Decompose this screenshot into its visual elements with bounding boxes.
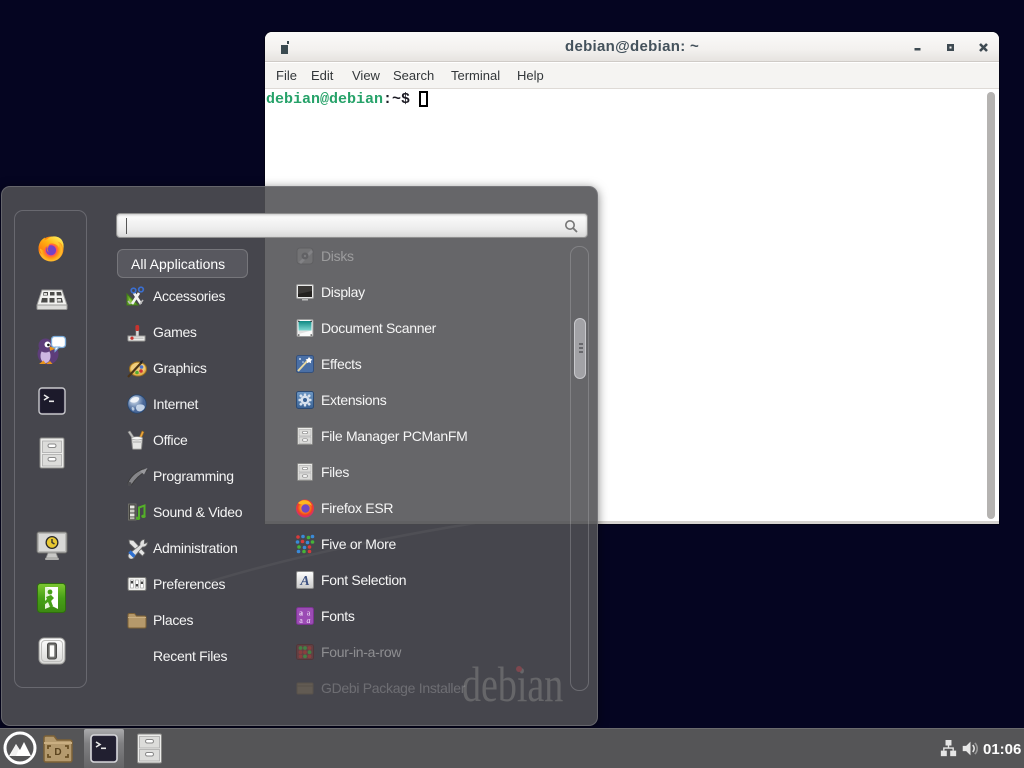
svg-text:a: a <box>307 616 311 625</box>
svg-text:A: A <box>299 574 309 589</box>
svg-text:D: D <box>54 747 61 758</box>
svg-text:a: a <box>299 616 303 625</box>
